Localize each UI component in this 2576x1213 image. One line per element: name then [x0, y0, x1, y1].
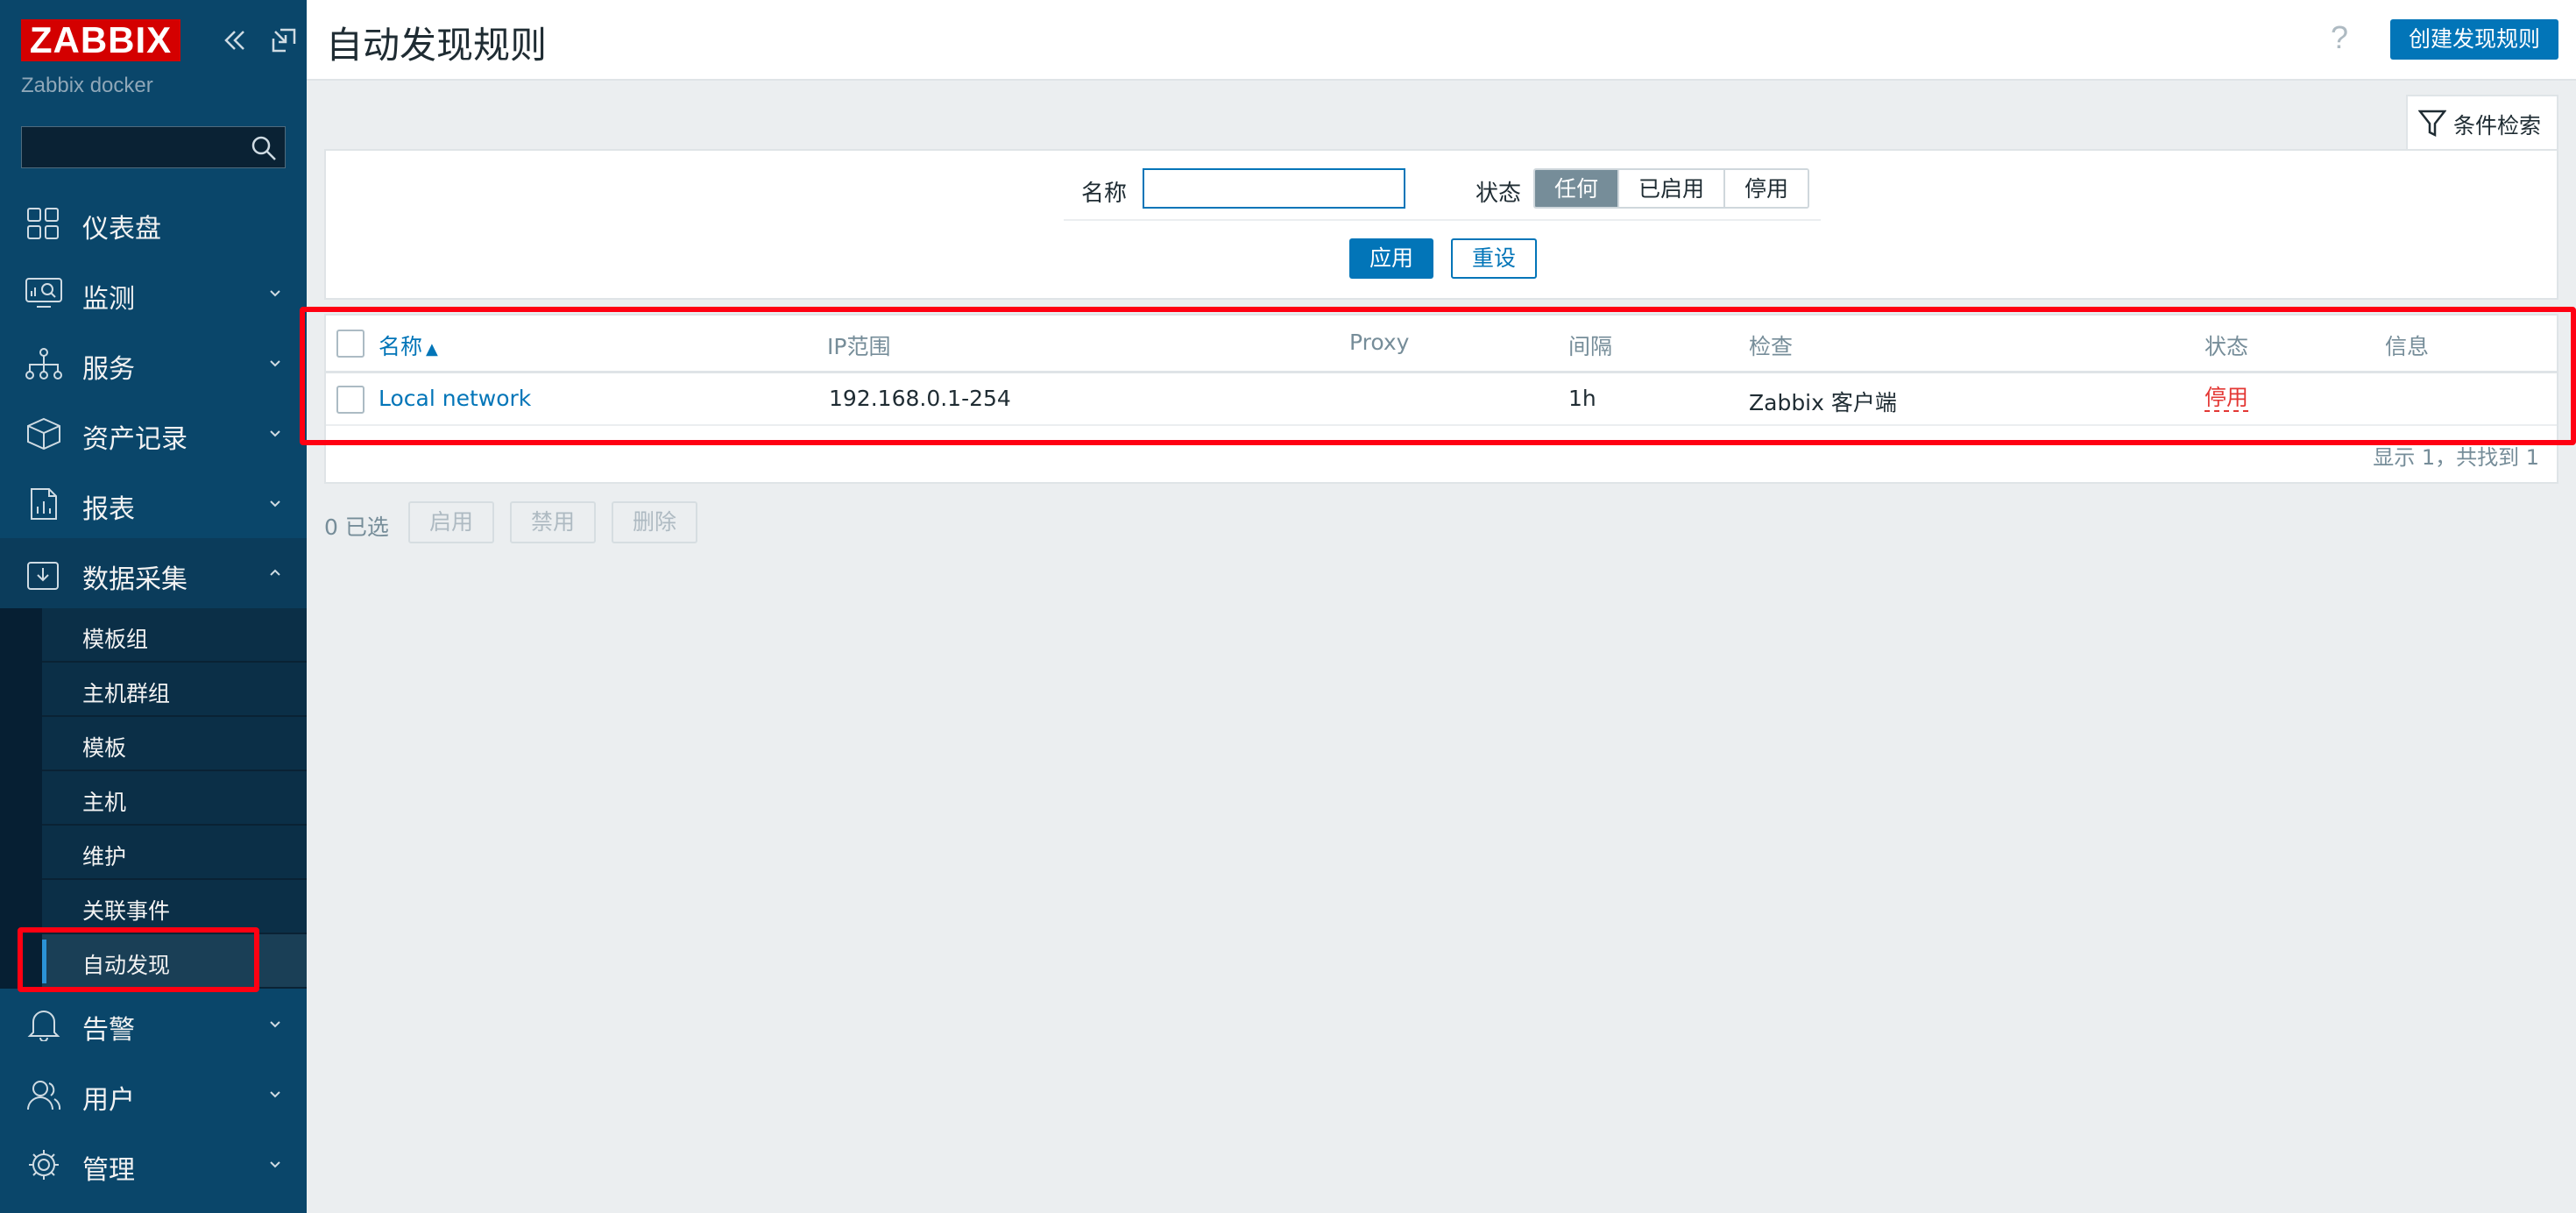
status-option-enabled[interactable]: 已启用 [1619, 170, 1726, 207]
menu-label: 仪表盘 [82, 214, 161, 245]
chevron-down-icon [270, 430, 280, 437]
submenu-label: 关联事件 [82, 898, 171, 924]
users-icon [27, 1081, 61, 1110]
highlight-box-table [300, 307, 2576, 445]
menu-label: 监测 [82, 284, 135, 315]
data-collection-icon [27, 562, 59, 590]
menu-item-services[interactable]: 服务 [0, 328, 307, 398]
submenu-item-template-groups[interactable]: 模板组 [42, 608, 307, 663]
collapse-sidebar-icon[interactable] [221, 26, 249, 54]
monitoring-icon [25, 278, 62, 308]
filter-status-label: 状态 [1476, 181, 1522, 207]
status-segmented-control: 任何 已启用 停用 [1533, 168, 1810, 209]
kiosk-mode-icon[interactable] [270, 26, 298, 54]
selected-count: 0 已选 [324, 514, 389, 540]
dashboard-icon [27, 208, 59, 239]
status-option-disabled[interactable]: 停用 [1725, 170, 1808, 207]
submenu-label: 模板 [82, 735, 127, 761]
chevron-down-icon [270, 1161, 280, 1168]
submenu-item-hosts[interactable]: 主机 [42, 771, 307, 826]
disable-button[interactable]: 禁用 [510, 501, 597, 543]
menu-label: 告警 [82, 1015, 135, 1046]
menu-item-data-collection[interactable]: 数据采集 [0, 538, 307, 608]
funnel-icon [2418, 110, 2446, 138]
delete-button[interactable]: 删除 [612, 501, 698, 543]
reports-icon [31, 488, 57, 520]
apply-button[interactable]: 应用 [1349, 238, 1433, 279]
submenu-label: 维护 [82, 844, 127, 869]
search-icon[interactable] [250, 134, 278, 162]
page-header: 自动发现规则 ? 创建发现规则 [307, 0, 2576, 81]
menu-item-reports[interactable]: 报表 [0, 468, 307, 538]
alerts-icon [27, 1011, 60, 1041]
chevron-down-icon [270, 500, 280, 507]
filter-divider [1064, 219, 1821, 221]
logo-row: ZABBIX [21, 19, 296, 63]
menu-label: 报表 [82, 494, 135, 525]
menu-label: 用户 [82, 1085, 135, 1116]
sidebar: ZABBIX Zabbix docker 仪表盘 监测 服务 资产记录 报表 数… [0, 0, 307, 1213]
submenu-item-event-correlation[interactable]: 关联事件 [42, 880, 307, 934]
zabbix-logo[interactable]: ZABBIX [21, 19, 180, 61]
submenu-label: 模板组 [82, 627, 149, 652]
filter-name-label: 名称 [1081, 181, 1128, 207]
menu-label: 资产记录 [82, 424, 188, 455]
enable-button[interactable]: 启用 [408, 501, 495, 543]
menu-item-administration[interactable]: 管理 [0, 1129, 307, 1199]
chevron-down-icon [270, 290, 280, 297]
filter-panel: 名称 状态 任何 已启用 停用 应用 重设 [324, 149, 2558, 300]
highlight-box-discovery [18, 927, 259, 992]
chevron-down-icon [270, 360, 280, 367]
server-name: Zabbix docker [21, 74, 153, 97]
inventory-icon [27, 417, 60, 450]
chevron-up-icon [270, 569, 280, 576]
menu-label: 管理 [82, 1155, 135, 1186]
page-title: 自动发现规则 [326, 24, 548, 67]
create-discovery-rule-button[interactable]: 创建发现规则 [2390, 19, 2558, 60]
help-icon[interactable]: ? [2331, 19, 2348, 56]
menu-item-alerts[interactable]: 告警 [0, 989, 307, 1059]
filter-tab-label: 条件检索 [2453, 113, 2542, 138]
submenu-item-host-groups[interactable]: 主机群组 [42, 663, 307, 717]
menu-label: 服务 [82, 354, 135, 385]
submenu-label: 主机群组 [82, 681, 171, 706]
reset-button[interactable]: 重设 [1451, 238, 1537, 279]
filter-tab[interactable]: 条件检索 [2406, 95, 2558, 151]
main-menu: 仪表盘 监测 服务 资产记录 报表 数据采集 模板组 主机群组 模板 主机 维护… [0, 188, 307, 1199]
submenu-item-maintenance[interactable]: 维护 [42, 826, 307, 880]
menu-label: 数据采集 [82, 564, 188, 595]
menu-item-inventory[interactable]: 资产记录 [0, 398, 307, 468]
sidebar-search-input[interactable] [21, 126, 286, 168]
submenu-label: 主机 [82, 790, 127, 815]
status-option-any[interactable]: 任何 [1535, 170, 1620, 207]
chevron-down-icon [270, 1021, 280, 1028]
submenu-item-templates[interactable]: 模板 [42, 717, 307, 771]
menu-item-users[interactable]: 用户 [0, 1059, 307, 1129]
chevron-down-icon [270, 1091, 280, 1098]
menu-item-monitoring[interactable]: 监测 [0, 258, 307, 328]
administration-icon [29, 1150, 59, 1180]
services-icon [25, 348, 62, 380]
filter-name-input[interactable] [1143, 168, 1405, 209]
menu-item-dashboard[interactable]: 仪表盘 [0, 188, 307, 258]
